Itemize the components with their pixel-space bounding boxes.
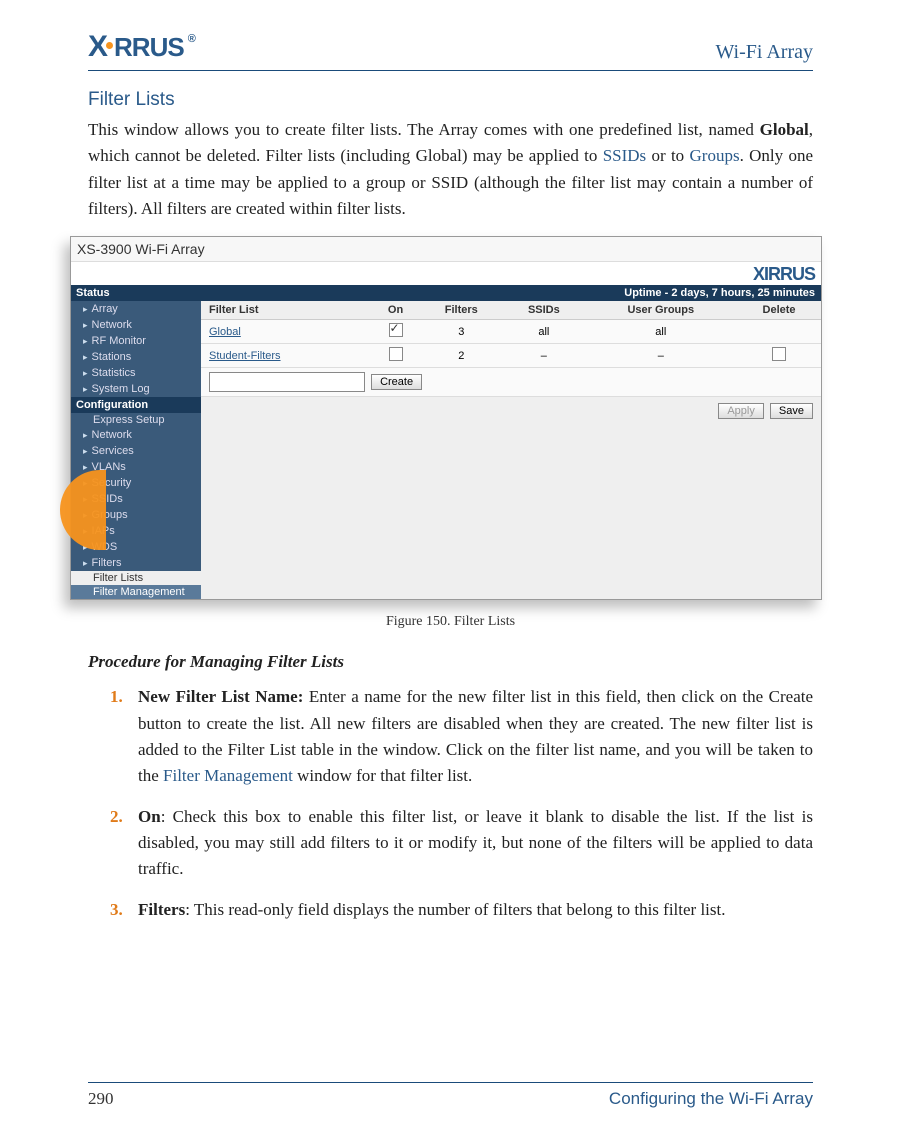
th-on: On — [372, 301, 420, 320]
save-button[interactable]: Save — [770, 403, 813, 419]
table-row: Global 3 all all — [201, 320, 821, 344]
step-number: 3. — [110, 897, 138, 923]
sidebar-item-array[interactable]: Array — [71, 301, 201, 317]
th-filters: Filters — [419, 301, 503, 320]
section-title: Filter Lists — [88, 89, 813, 111]
sidebar-item-services[interactable]: Services — [71, 443, 201, 459]
sidebar-item-filters[interactable]: Filters — [71, 555, 201, 571]
sidebar-item-system-log[interactable]: System Log — [71, 381, 201, 397]
th-user-groups: User Groups — [585, 301, 738, 320]
cell-ssids: all — [503, 320, 584, 344]
apply-button[interactable]: Apply — [718, 403, 764, 419]
cell-ssids: – — [503, 344, 584, 368]
page-tab-marker — [60, 470, 106, 550]
delete-checkbox[interactable] — [772, 347, 786, 361]
screenshot-brand-logo: XIRRUS — [753, 264, 815, 285]
filter-list-link-global[interactable]: Global — [209, 326, 241, 338]
ssids-link[interactable]: SSIDs — [603, 146, 646, 165]
new-filter-list-input[interactable] — [209, 372, 365, 392]
page-footer: 290 Configuring the Wi-Fi Array — [88, 1082, 813, 1109]
groups-link[interactable]: Groups — [690, 146, 740, 165]
sidebar-item-network2[interactable]: Network — [71, 427, 201, 443]
step-1: 1. New Filter List Name: Enter a name fo… — [110, 684, 813, 789]
page-header: XRRUS® Wi-Fi Array — [88, 30, 813, 71]
create-button[interactable]: Create — [371, 374, 422, 390]
th-delete: Delete — [737, 301, 821, 320]
page-number: 290 — [88, 1089, 114, 1109]
sidebar-config-header: Configuration — [71, 397, 201, 413]
filter-lists-screenshot: XS-3900 Wi-Fi Array XIRRUS Status Array … — [70, 236, 822, 600]
intro-paragraph: This window allows you to create filter … — [88, 117, 813, 222]
table-row: Student-Filters 2 – – — [201, 344, 821, 368]
sidebar-item-rf-monitor[interactable]: RF Monitor — [71, 333, 201, 349]
cell-delete — [737, 320, 821, 344]
cell-filters: 3 — [419, 320, 503, 344]
on-checkbox[interactable] — [389, 323, 403, 337]
step-2: 2. On: Check this box to enable this fil… — [110, 804, 813, 883]
filter-list-table: Filter List On Filters SSIDs User Groups… — [201, 301, 821, 368]
sidebar-sub-filter-management[interactable]: Filter Management — [71, 585, 201, 599]
sidebar-item-network[interactable]: Network — [71, 317, 201, 333]
figure-caption: Figure 150. Filter Lists — [88, 614, 813, 630]
on-checkbox[interactable] — [389, 347, 403, 361]
step-number: 1. — [110, 684, 138, 789]
sidebar-sub-filter-lists[interactable]: Filter Lists — [71, 571, 201, 585]
header-title: Wi-Fi Array — [715, 41, 813, 64]
sidebar: Status Array Network RF Monitor Stations… — [71, 285, 201, 599]
filter-management-link[interactable]: Filter Management — [163, 766, 293, 785]
uptime-text: Uptime - 2 days, 7 hours, 25 minutes — [201, 285, 821, 301]
th-ssids: SSIDs — [503, 301, 584, 320]
cell-groups: all — [585, 320, 738, 344]
step-number: 2. — [110, 804, 138, 883]
sidebar-status-header: Status — [71, 285, 201, 301]
brand-logo: XRRUS® — [88, 30, 193, 64]
sidebar-item-stations[interactable]: Stations — [71, 349, 201, 365]
footer-title: Configuring the Wi-Fi Array — [609, 1089, 813, 1109]
cell-filters: 2 — [419, 344, 503, 368]
th-filter-list: Filter List — [201, 301, 372, 320]
sidebar-item-statistics[interactable]: Statistics — [71, 365, 201, 381]
sidebar-item-express-setup[interactable]: Express Setup — [71, 413, 201, 427]
cell-groups: – — [585, 344, 738, 368]
step-3: 3. Filters: This read-only field display… — [110, 897, 813, 923]
window-title: XS-3900 Wi-Fi Array — [71, 237, 821, 261]
filter-list-link-student[interactable]: Student-Filters — [209, 350, 281, 362]
procedure-heading: Procedure for Managing Filter Lists — [88, 652, 813, 672]
